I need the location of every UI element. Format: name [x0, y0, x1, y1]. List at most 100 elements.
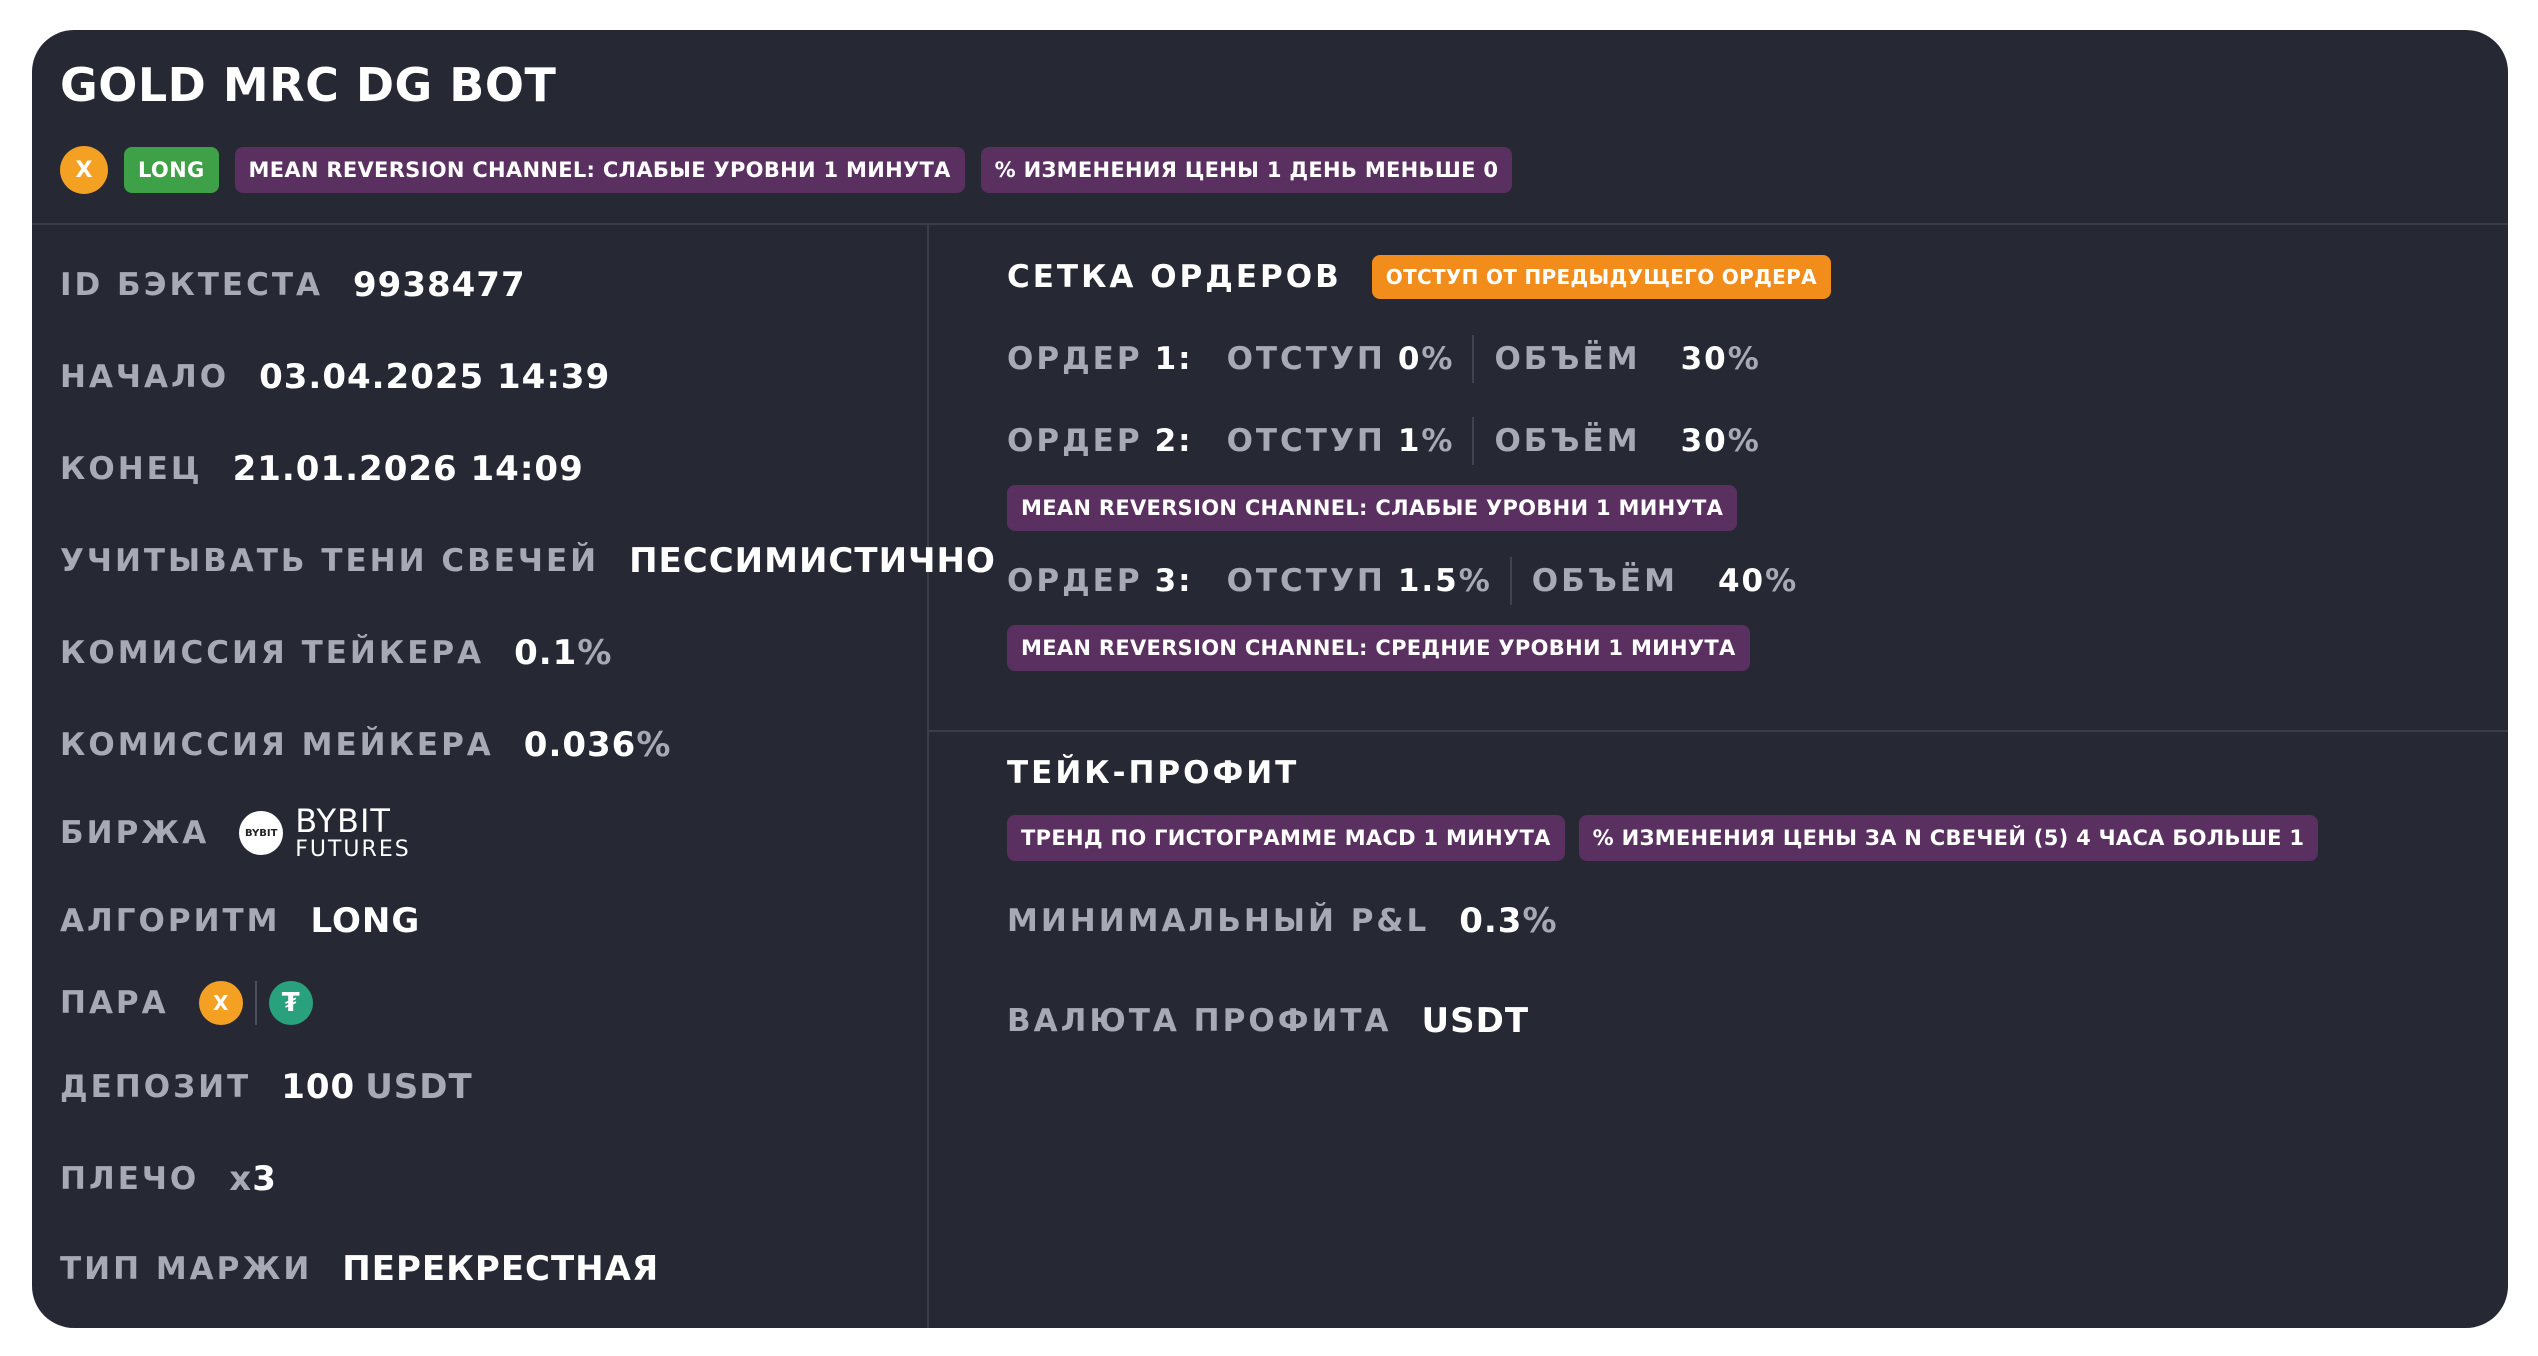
detail-label: ДЕПОЗИТ	[60, 1069, 252, 1105]
volume-label: ОБЪЁМ	[1494, 341, 1641, 377]
percent-sign: %	[1727, 341, 1759, 377]
detail-taker-fee: КОМИССИЯ ТЕЙКЕРА 0.1%	[60, 633, 612, 673]
take-profit-header: ТЕЙК-ПРОФИТ	[1007, 755, 1299, 791]
detail-leverage: ПЛЕЧО x3	[60, 1159, 277, 1199]
detail-label: АЛГОРИТМ	[60, 903, 281, 939]
condition-tag: MEAN REVERSION CHANNEL: СРЕДНИЕ УРОВНИ 1…	[1007, 625, 1750, 671]
condition-tag: % ИЗМЕНЕНИЯ ЦЕНЫ ЗА N СВЕЧЕЙ (5) 4 ЧАСА …	[1578, 815, 2319, 861]
detail-backtest-id: ID БЭКТЕСТА 9938477	[60, 265, 526, 305]
min-pnl-row: МИНИМАЛЬНЫЙ P&L 0.3%	[1007, 901, 1558, 941]
condition-tag: MEAN REVERSION CHANNEL: СЛАБЫЕ УРОВНИ 1 …	[234, 147, 965, 193]
section-title: СЕТКА ОРДЕРОВ	[1007, 259, 1342, 295]
leverage-prefix: x	[229, 1159, 253, 1199]
detail-label: ТИП МАРЖИ	[60, 1251, 313, 1287]
volume-label: ОБЪЁМ	[1531, 563, 1678, 599]
section-divider	[929, 730, 2508, 732]
detail-value: ПЕРЕКРЕСТНАЯ	[342, 1249, 660, 1289]
profit-currency-row: ВАЛЮТА ПРОФИТА USDT	[1007, 1001, 1529, 1041]
order-label: ОРДЕР	[1007, 341, 1143, 377]
direction-tag: LONG	[124, 147, 219, 193]
min-pnl-value: 0.3	[1459, 901, 1523, 941]
volume-label: ОБЪЁМ	[1494, 423, 1641, 459]
section-title: ТЕЙК-ПРОФИТ	[1007, 755, 1300, 791]
percent-sign: %	[1421, 341, 1453, 377]
order-row: ОРДЕР 3: ОТСТУП 1.5% ОБЪЁМ 40%	[1007, 557, 1796, 605]
order-row: ОРДЕР 2: ОТСТУП 1% ОБЪЁМ 30%	[1007, 417, 1759, 465]
exchange-sub: FUTURES	[295, 837, 411, 862]
detail-value: 3	[252, 1159, 277, 1199]
exchange-name: BYBIT FUTURES	[295, 805, 410, 861]
detail-start: НАЧАЛО 03.04.2025 14:39	[60, 357, 610, 397]
order-grid-header: СЕТКА ОРДЕРОВ ОТСТУП ОТ ПРЕДЫДУЩЕГО ОРДЕ…	[1007, 255, 1831, 299]
condition-tag: % ИЗМЕНЕНИЯ ЦЕНЫ 1 ДЕНЬ МЕНЬШЕ 0	[980, 147, 1513, 193]
detail-unit: USDT	[365, 1067, 473, 1107]
detail-value: LONG	[310, 901, 421, 941]
detail-end: КОНЕЦ 21.01.2026 14:09	[60, 449, 584, 489]
tether-icon: ₮	[268, 981, 313, 1025]
detail-maker-fee: КОМИССИЯ МЕЙКЕРА 0.036%	[60, 725, 671, 765]
min-pnl-label: МИНИМАЛЬНЫЙ P&L	[1007, 903, 1430, 939]
detail-label: БИРЖА	[60, 815, 210, 851]
offset-value: 1.5	[1397, 563, 1459, 599]
detail-label: ID БЭКТЕСТА	[60, 267, 323, 303]
bybit-logo-icon: BYBIT	[239, 811, 284, 855]
percent-sign: %	[1765, 563, 1797, 599]
gold-coin-icon: X	[60, 146, 108, 194]
detail-exchange: БИРЖА BYBIT BYBIT FUTURES	[60, 805, 411, 861]
percent-sign: %	[1421, 423, 1453, 459]
profit-currency-value: USDT	[1421, 1001, 1530, 1041]
detail-label: ПАРА	[60, 985, 169, 1021]
details-panel: ID БЭКТЕСТА 9938477 НАЧАЛО 03.04.2025 14…	[32, 225, 995, 1328]
order-divider	[1472, 417, 1475, 465]
mode-badge: ОТСТУП ОТ ПРЕДЫДУЩЕГО ОРДЕРА	[1371, 255, 1831, 299]
detail-label: УЧИТЫВАТЬ ТЕНИ СВЕЧЕЙ	[60, 543, 600, 579]
detail-deposit: ДЕПОЗИТ 100 USDT	[60, 1067, 473, 1107]
profit-currency-label: ВАЛЮТА ПРОФИТА	[1007, 1003, 1392, 1039]
detail-shadows: УЧИТЫВАТЬ ТЕНИ СВЕЧЕЙ ПЕССИМИСТИЧНО	[60, 541, 996, 581]
volume-value: 40	[1717, 563, 1766, 599]
detail-label: НАЧАЛО	[60, 359, 230, 395]
order-divider	[1509, 557, 1512, 605]
order-number: 3:	[1154, 563, 1193, 599]
order-condition: MEAN REVERSION CHANNEL: СРЕДНИЕ УРОВНИ 1…	[1007, 625, 1750, 671]
offset-value: 1	[1397, 423, 1422, 459]
order-condition: MEAN REVERSION CHANNEL: СЛАБЫЕ УРОВНИ 1 …	[1007, 485, 1738, 531]
detail-algorithm: АЛГОРИТМ LONG	[60, 901, 420, 941]
percent-sign: %	[1727, 423, 1759, 459]
order-number: 2:	[1154, 423, 1193, 459]
detail-margin: ТИП МАРЖИ ПЕРЕКРЕСТНАЯ	[60, 1249, 659, 1289]
offset-label: ОТСТУП	[1226, 341, 1386, 377]
detail-label: ПЛЕЧО	[60, 1161, 200, 1197]
bot-title: GOLD MRC DG BOT	[60, 58, 557, 112]
offset-value: 0	[1397, 341, 1422, 377]
detail-value: 9938477	[353, 265, 526, 305]
gold-coin-icon: X	[198, 981, 243, 1025]
exchange-title: BYBIT	[295, 802, 391, 840]
take-profit-conditions: ТРЕНД ПО ГИСТОГРАММЕ MACD 1 МИНУТА % ИЗМ…	[1007, 815, 2319, 861]
detail-label: КОМИССИЯ МЕЙКЕРА	[60, 727, 494, 763]
detail-value: 0.1	[514, 633, 578, 673]
condition-tag: MEAN REVERSION CHANNEL: СЛАБЫЕ УРОВНИ 1 …	[1007, 485, 1738, 531]
order-label: ОРДЕР	[1007, 563, 1143, 599]
order-label: ОРДЕР	[1007, 423, 1143, 459]
pair-divider	[254, 981, 257, 1025]
strategy-panel: СЕТКА ОРДЕРОВ ОТСТУП ОТ ПРЕДЫДУЩЕГО ОРДЕ…	[929, 225, 2508, 1328]
percent-sign: %	[1458, 563, 1490, 599]
detail-value: 03.04.2025 14:39	[259, 357, 611, 397]
order-row: ОРДЕР 1: ОТСТУП 0% ОБЪЁМ 30%	[1007, 335, 1759, 383]
detail-unit: %	[636, 725, 672, 765]
pair-icons: X ₮	[198, 981, 313, 1025]
detail-label: КОНЕЦ	[60, 451, 203, 487]
card-header: GOLD MRC DG BOT X LONG MEAN REVERSION CH…	[32, 30, 2508, 225]
bot-card: GOLD MRC DG BOT X LONG MEAN REVERSION CH…	[32, 30, 2508, 1328]
volume-value: 30	[1680, 423, 1728, 459]
min-pnl-unit: %	[1522, 901, 1558, 941]
offset-label: ОТСТУП	[1226, 563, 1386, 599]
detail-pair: ПАРА X ₮	[60, 981, 313, 1025]
detail-value: 100	[281, 1067, 356, 1107]
volume-value: 30	[1680, 341, 1728, 377]
order-number: 1:	[1154, 341, 1193, 377]
detail-unit: %	[577, 633, 613, 673]
detail-label: КОМИССИЯ ТЕЙКЕРА	[60, 635, 485, 671]
offset-label: ОТСТУП	[1226, 423, 1386, 459]
